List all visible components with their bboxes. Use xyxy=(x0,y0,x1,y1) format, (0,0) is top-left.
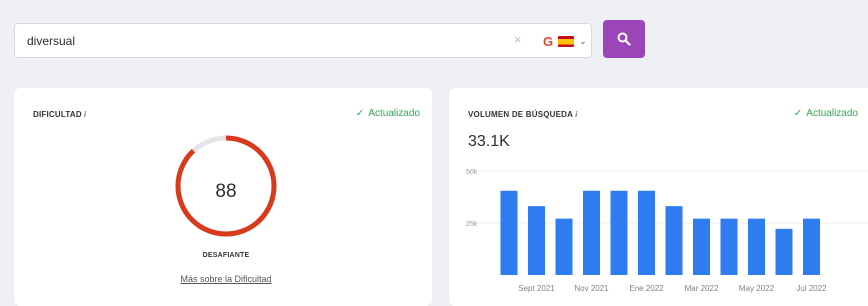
volume-bar-chart: 50k 25k Sept 2021 Nov 2021 Ene 2022 Mar 2022 M… xyxy=(465,169,868,293)
info-icon[interactable]: i xyxy=(575,110,577,119)
x-tick-label: Jul 2022 xyxy=(796,284,827,293)
y-tick-label: 50k xyxy=(466,169,478,176)
search-input[interactable]: diversual × G ⌄ xyxy=(14,23,592,58)
x-tick-label: Nov 2021 xyxy=(574,284,609,293)
x-tick-label: Sept 2021 xyxy=(518,284,555,293)
difficulty-more-link[interactable]: Más sobre la Dificultad xyxy=(126,274,326,284)
check-icon: ✓ xyxy=(355,108,365,119)
difficulty-card: DIFICULTAD i ✓ Actualizado 88 DESAFIANTE M… xyxy=(14,88,432,306)
bar-dic-2021[interactable] xyxy=(610,190,628,275)
x-tick-label: Mar 2022 xyxy=(685,284,719,293)
bar-feb-2022[interactable] xyxy=(665,206,683,275)
bar-oct-2021[interactable] xyxy=(555,218,573,275)
check-icon: ✓ xyxy=(793,108,803,119)
bar-jul-2022[interactable] xyxy=(803,218,820,275)
chevron-down-icon: ⌄ xyxy=(579,35,587,46)
search-volume-card: VOLUMEN DE BÚSQUEDA i ✓ Actualizado 33.1K … xyxy=(449,88,868,306)
y-tick-label: 25k xyxy=(466,221,478,228)
spain-flag-icon xyxy=(558,35,575,47)
bar-nov-2021[interactable] xyxy=(583,190,600,275)
bar-mar-2022[interactable] xyxy=(693,218,710,275)
bar-may-2022[interactable] xyxy=(748,218,765,275)
bar-ago-2021[interactable] xyxy=(500,190,518,275)
search-button[interactable] xyxy=(603,20,645,58)
clear-icon[interactable]: × xyxy=(514,32,522,47)
difficulty-title: DIFICULTAD xyxy=(33,110,82,119)
info-icon[interactable]: i xyxy=(84,110,86,119)
difficulty-status-text: Actualizado xyxy=(368,108,420,119)
volume-title: VOLUMEN DE BÚSQUEDA xyxy=(468,110,574,119)
bar-ene-2022[interactable] xyxy=(638,190,655,275)
x-tick-label: May 2022 xyxy=(739,284,775,293)
difficulty-value: 88 xyxy=(215,181,237,202)
bar-sept-2021[interactable] xyxy=(528,206,545,275)
volume-value: 33.1K xyxy=(468,133,510,150)
google-icon: G xyxy=(543,33,554,49)
bar-jun-2022[interactable] xyxy=(775,228,793,275)
difficulty-status: ✓ Actualizado xyxy=(356,108,420,119)
difficulty-label: DESAFIANTE xyxy=(202,252,250,259)
bar-abr-2022[interactable] xyxy=(720,218,738,275)
volume-status: ✓ Actualizado xyxy=(794,108,858,119)
x-tick-label: Ene 2022 xyxy=(629,284,664,293)
search-query-text: diversual xyxy=(27,34,76,48)
search-icon xyxy=(617,32,631,46)
search-engine-selector[interactable]: G ⌄ xyxy=(543,32,587,50)
volume-status-text: Actualizado xyxy=(806,108,858,119)
